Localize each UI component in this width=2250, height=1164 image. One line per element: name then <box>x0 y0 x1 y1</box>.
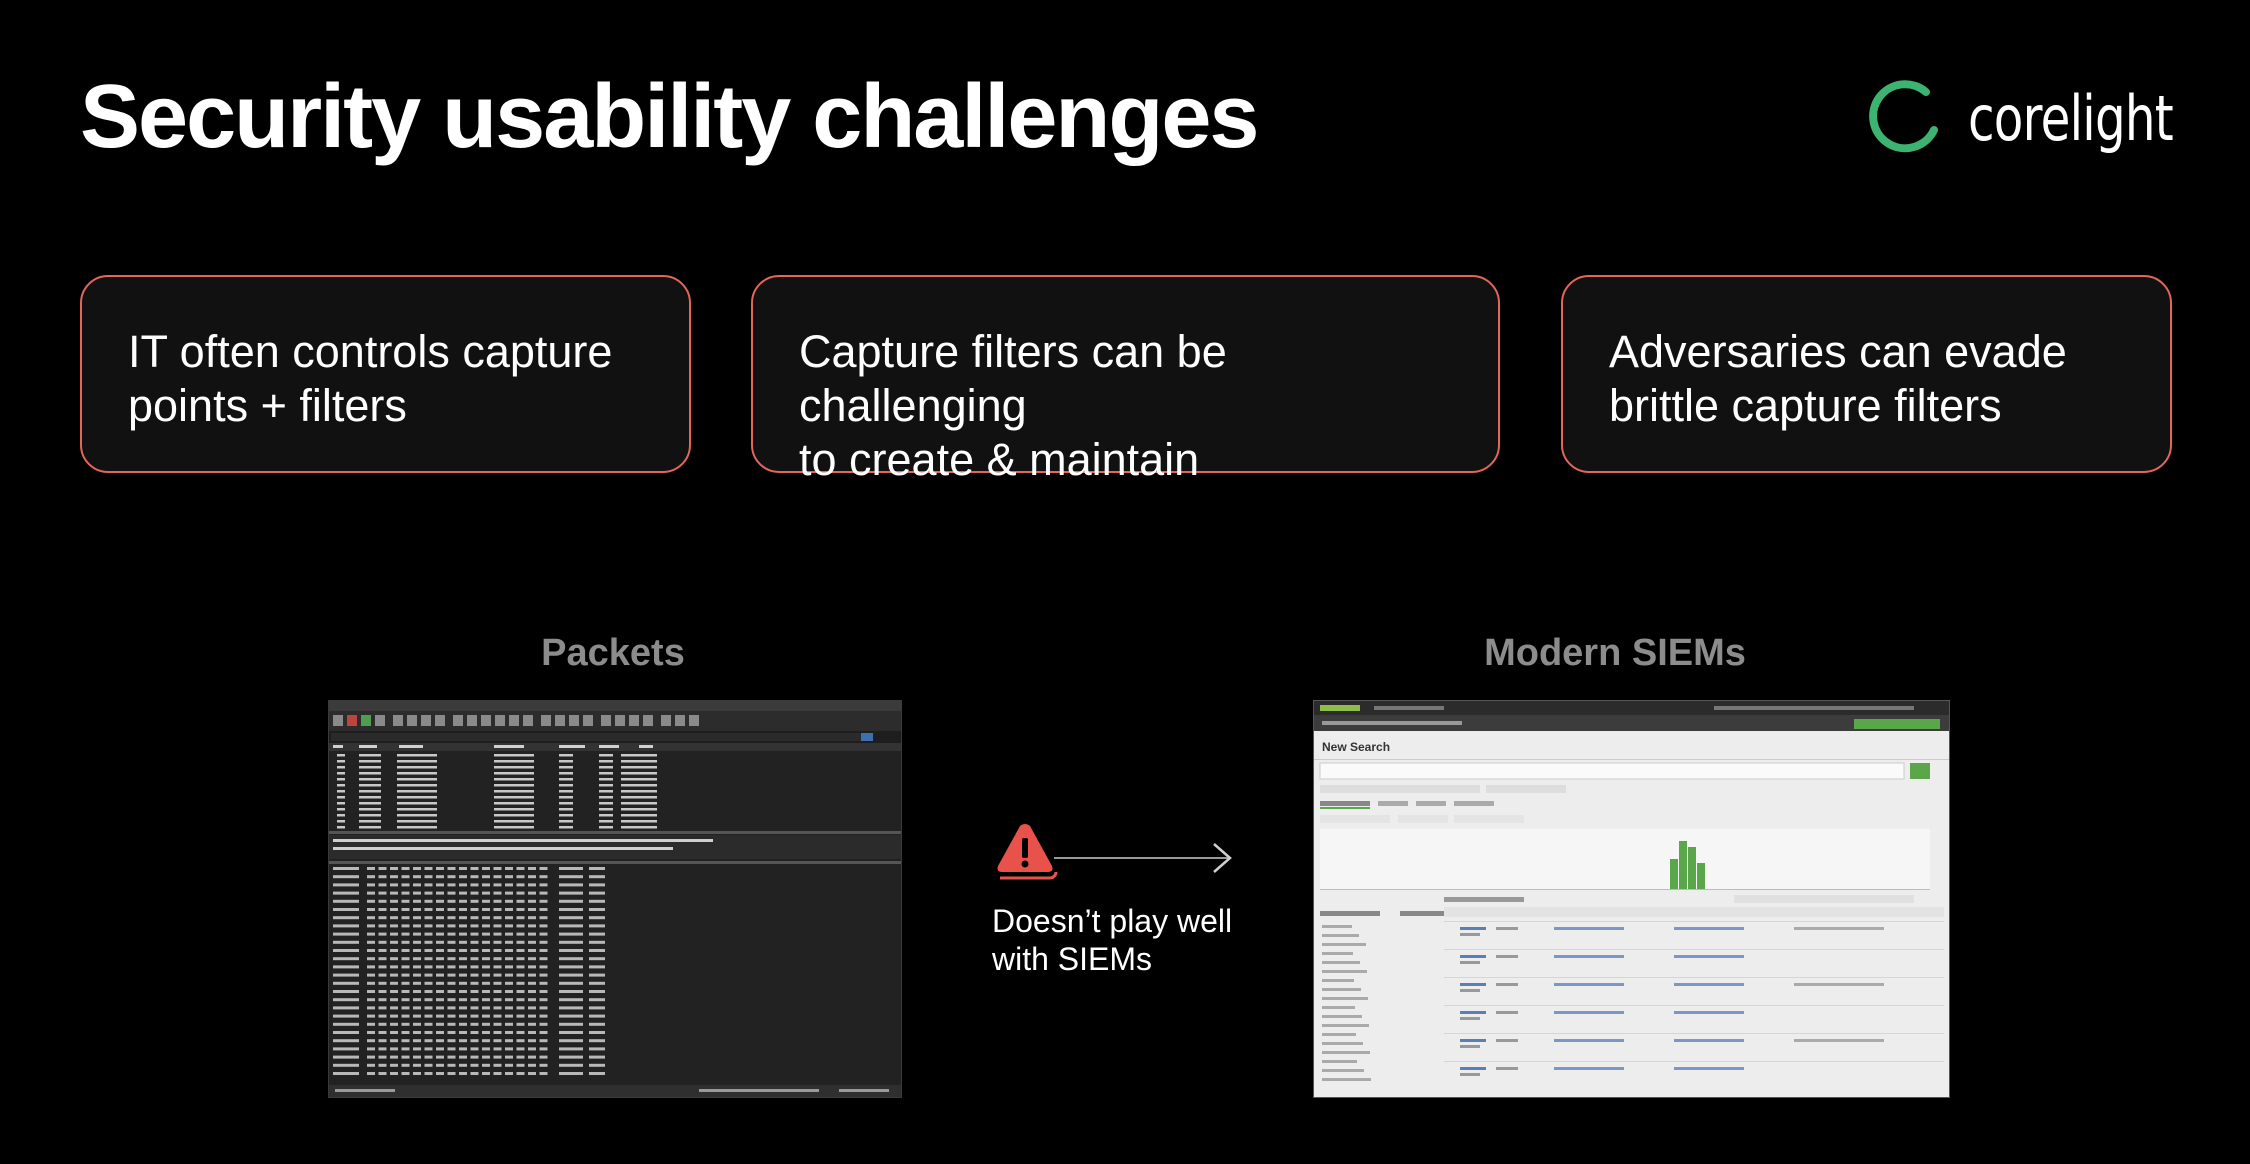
caption-line: Doesn’t play well <box>992 903 1233 939</box>
slide-title: Security usability challenges <box>80 67 1259 167</box>
corelight-logo-icon <box>1869 80 1938 153</box>
packets-label: Packets <box>541 632 685 674</box>
siem-compatibility-caption: Doesn’t play well with SIEMs <box>992 902 1312 978</box>
challenge-card-3: Adversaries can evade brittle capture fi… <box>1561 275 2172 473</box>
modern-siems-label: Modern SIEMs <box>1484 632 1746 674</box>
card-text-line: to create & maintain <box>799 434 1200 485</box>
packet-capture-screenshot <box>328 700 902 1098</box>
card-text-line: brittle capture filters <box>1609 380 2002 431</box>
siem-header-title: New Search <box>1322 740 1390 754</box>
challenge-card-2: Capture filters can be challenging to cr… <box>751 275 1500 485</box>
caption-line: with SIEMs <box>992 941 1153 977</box>
arrow-right-icon <box>1054 843 1232 873</box>
card-text-line: Capture filters can be challenging <box>799 326 1227 431</box>
card-text-line: IT often controls capture <box>128 326 613 377</box>
card-text-line: points + filters <box>128 380 407 431</box>
card-text-line: Adversaries can evade <box>1609 326 2067 377</box>
siem-thumbnail: New Search <box>1314 701 1949 1081</box>
corelight-logo: corelight <box>1864 78 2174 158</box>
siem-screenshot: New Search <box>1313 700 1950 1098</box>
challenge-card-1: IT often controls capture points + filte… <box>80 275 691 473</box>
packet-capture-thumbnail <box>329 701 901 1097</box>
logo-wordmark: corelight <box>1968 82 2174 155</box>
